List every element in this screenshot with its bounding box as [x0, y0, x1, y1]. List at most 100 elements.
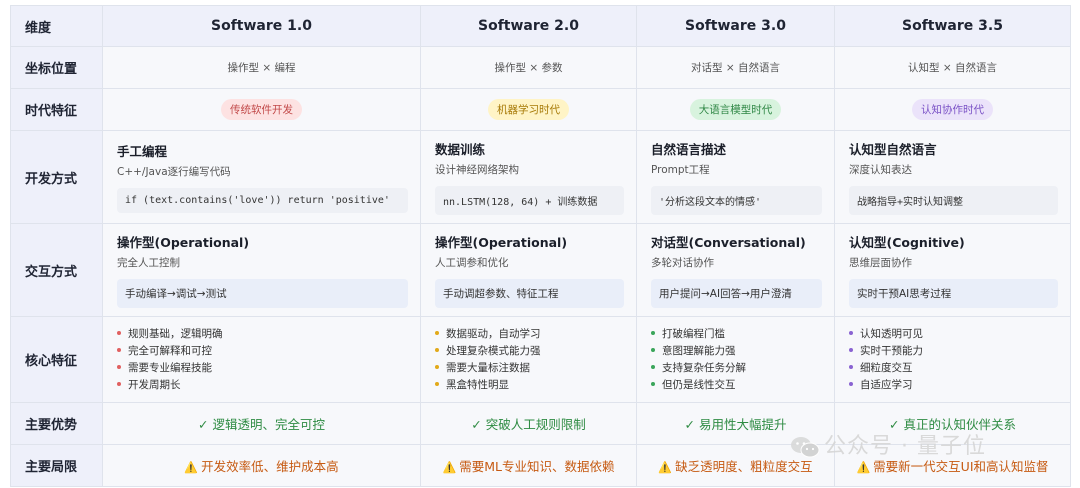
bullet-dot — [435, 347, 439, 352]
advantage-cell: ✓ 逻辑透明、完全可控 — [102, 402, 421, 445]
era-badge: 大语言模型时代 — [689, 99, 782, 120]
coord-cell: 对话型 × 自然语言 — [636, 46, 835, 89]
row-label-core: 核心特征 — [10, 316, 103, 403]
interact-subtitle: 人工调参和优化 — [435, 257, 509, 269]
row-interact: 交互方式 操作型(Operational) 完全人工控制 手动编译→调试→测试 … — [10, 223, 1071, 317]
feature-item: 支持复杂任务分解 — [651, 360, 822, 377]
feature-item: 需要专业编程技能 — [117, 360, 408, 377]
feature-text: 打破编程门槛 — [662, 327, 725, 340]
interact-subtitle: 思维层面协作 — [849, 257, 912, 269]
feature-text: 开发周期长 — [128, 378, 181, 391]
feature-item: 需要大量标注数据 — [435, 360, 624, 377]
feature-item: 认知透明可见 — [849, 326, 1058, 343]
feature-list: 打破编程门槛 意图理解能力强 支持复杂任务分解 但仍是线性交互 — [651, 326, 822, 394]
dev-code-snippet: 战略指导+实时认知调整 — [849, 186, 1058, 215]
feature-text: 但仍是线性交互 — [662, 378, 736, 391]
bullet-dot — [849, 364, 853, 369]
interact-title: 对话型(Conversational) — [651, 235, 806, 250]
feature-text: 实时干预能力 — [860, 344, 923, 357]
feature-item: 开发周期长 — [117, 377, 408, 394]
feature-list: 规则基础，逻辑明确 完全可解释和可控 需要专业编程技能 开发周期长 — [117, 326, 408, 394]
feature-item: 处理复杂模式能力强 — [435, 343, 624, 360]
dev-subtitle: Prompt工程 — [651, 164, 710, 176]
feature-text: 需要大量标注数据 — [446, 361, 530, 374]
row-core: 核心特征 规则基础，逻辑明确 完全可解释和可控 需要专业编程技能 开发周期长 数… — [10, 316, 1071, 403]
header-dimension: 维度 — [10, 5, 103, 47]
interact-example: 用户提问→AI回答→用户澄清 — [651, 279, 822, 308]
interact-subtitle: 完全人工控制 — [117, 257, 180, 269]
feature-text: 数据驱动，自动学习 — [446, 327, 541, 340]
interact-title: 操作型(Operational) — [117, 235, 250, 250]
bullet-dot — [651, 330, 655, 335]
watermark: 公众号 · 量子位 — [790, 428, 986, 460]
bullet-dot — [651, 364, 655, 369]
feature-text: 需要专业编程技能 — [128, 361, 212, 374]
feature-item: 数据驱动，自动学习 — [435, 326, 624, 343]
dev-title: 认知型自然语言 — [849, 142, 937, 157]
row-label-coord: 坐标位置 — [10, 46, 103, 89]
coord-cell: 操作型 × 参数 — [420, 46, 637, 89]
interact-example: 手动调超参数、特征工程 — [435, 279, 624, 308]
interact-title: 操作型(Operational) — [435, 235, 568, 250]
feature-item: 细粒度交互 — [849, 360, 1058, 377]
feature-text: 处理复杂模式能力强 — [446, 344, 541, 357]
wechat-icon — [791, 437, 820, 458]
bullet-dot — [849, 381, 853, 386]
dev-subtitle: 深度认知表达 — [849, 164, 912, 176]
bullet-dot — [117, 381, 121, 386]
limitation-text: 缺乏透明度、粗粒度交互 — [675, 459, 813, 474]
comparison-table-wrap: 维度 Software 1.0 Software 2.0 Software 3.… — [10, 5, 1071, 487]
dev-title: 自然语言描述 — [651, 142, 727, 157]
interact-subtitle: 多轮对话协作 — [651, 257, 714, 269]
feature-text: 完全可解释和可控 — [128, 344, 212, 357]
feature-item: 实时干预能力 — [849, 343, 1058, 360]
era-badge: 传统软件开发 — [221, 99, 302, 120]
bullet-dot — [651, 381, 655, 386]
warning-icon: ⚠️ — [184, 461, 199, 474]
feature-text: 意图理解能力强 — [662, 344, 736, 357]
feature-text: 支持复杂任务分解 — [662, 361, 746, 374]
dev-code-snippet: '分析这段文本的情感' — [651, 186, 822, 215]
warning-icon: ⚠️ — [658, 461, 673, 474]
comparison-table: 维度 Software 1.0 Software 2.0 Software 3.… — [10, 5, 1071, 487]
bullet-dot — [117, 330, 121, 335]
interact-title: 认知型(Cognitive) — [849, 235, 965, 250]
limitation-text: 需要ML专业知识、数据依赖 — [459, 459, 615, 474]
feature-text: 黑盒特性明显 — [446, 378, 509, 391]
row-era: 时代特征 传统软件开发 机器学习时代 大语言模型时代 认知协作时代 — [10, 88, 1071, 131]
row-coord: 坐标位置 操作型 × 编程 操作型 × 参数 对话型 × 自然语言 认知型 × … — [10, 46, 1071, 89]
limitation-text: 需要新一代交互UI和高认知监督 — [873, 459, 1049, 474]
bullet-dot — [849, 347, 853, 352]
feature-item: 意图理解能力强 — [651, 343, 822, 360]
era-badge: 认知协作时代 — [912, 99, 993, 120]
feature-item: 黑盒特性明显 — [435, 377, 624, 394]
feature-list: 数据驱动，自动学习 处理复杂模式能力强 需要大量标注数据 黑盒特性明显 — [435, 326, 624, 394]
row-label-advantages: 主要优势 — [10, 402, 103, 445]
feature-list: 认知透明可见 实时干预能力 细粒度交互 自适应学习 — [849, 326, 1058, 394]
feature-text: 细粒度交互 — [860, 361, 913, 374]
bullet-dot — [435, 381, 439, 386]
header-software-2: Software 2.0 — [420, 5, 637, 47]
header-software-3-5: Software 3.5 — [834, 5, 1071, 47]
bullet-dot — [435, 364, 439, 369]
row-label-interact: 交互方式 — [10, 223, 103, 317]
bullet-dot — [117, 364, 121, 369]
feature-item: 但仍是线性交互 — [651, 377, 822, 394]
row-label-limitations: 主要局限 — [10, 444, 103, 487]
dev-title: 数据训练 — [435, 142, 486, 157]
dev-subtitle: 设计神经网络架构 — [435, 164, 519, 176]
limitation-text: 开发效率低、维护成本高 — [201, 459, 339, 474]
dev-subtitle: C++/Java逐行编写代码 — [117, 166, 231, 178]
feature-item: 自适应学习 — [849, 377, 1058, 394]
dev-title: 手工编程 — [117, 144, 168, 159]
feature-text: 认知透明可见 — [860, 327, 923, 340]
bullet-dot — [651, 347, 655, 352]
era-badge: 机器学习时代 — [488, 99, 569, 120]
watermark-text: 公众号 · 量子位 — [824, 434, 986, 459]
bullet-dot — [435, 330, 439, 335]
row-label-dev: 开发方式 — [10, 130, 103, 224]
dev-code-snippet: nn.LSTM(128, 64) + 训练数据 — [435, 186, 624, 215]
header-software-1: Software 1.0 — [102, 5, 421, 47]
interact-example: 实时干预AI思考过程 — [849, 279, 1058, 308]
bullet-dot — [117, 347, 121, 352]
